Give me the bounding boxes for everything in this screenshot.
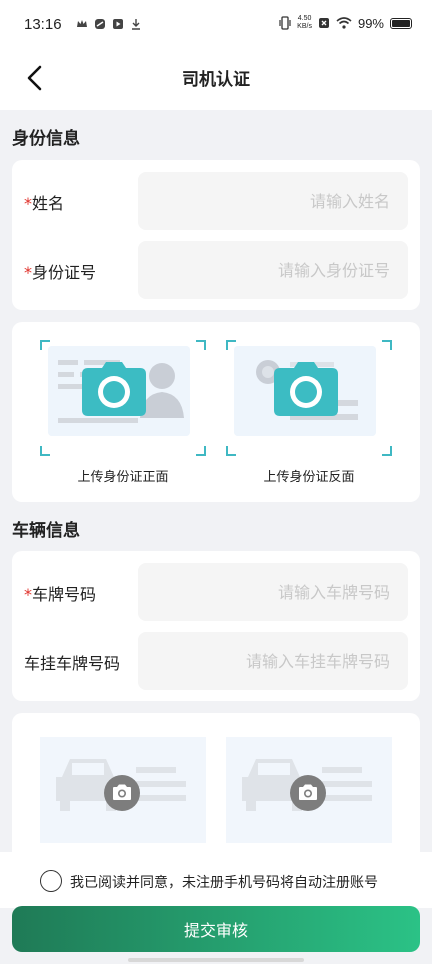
home-indicator (128, 958, 304, 962)
trailer-plate-input[interactable] (138, 632, 408, 690)
frame-corner (382, 446, 392, 456)
required-mark: * (24, 585, 32, 604)
required-mark: * (24, 263, 32, 282)
camera-icon (290, 775, 326, 811)
status-bar: 13:16 4.50 KB/s 99% (0, 0, 432, 50)
vibrate-icon (279, 16, 291, 30)
id-front-label: 上传身份证正面 (77, 470, 169, 485)
net-speed: 4.50 KB/s (297, 15, 312, 31)
nav-bar: 司机认证 (0, 50, 432, 110)
page-title: 司机认证 (182, 70, 250, 90)
name-input[interactable] (138, 172, 408, 230)
id-back-label: 上传身份证反面 (263, 470, 355, 485)
id-number-input[interactable] (138, 241, 408, 299)
agreement-row: 我已阅读并同意，未注册手机号码将自动注册账号 (0, 852, 432, 908)
name-label: *姓名 (24, 190, 64, 214)
vehicle-photo-upload-2[interactable] (226, 737, 392, 843)
frame-corner (196, 340, 206, 350)
agreement-radio[interactable] (40, 870, 62, 892)
status-time: 13:16 (24, 16, 62, 33)
plate-input[interactable] (138, 563, 408, 621)
play-icon (113, 19, 123, 29)
camera-icon (82, 362, 146, 416)
id-back-upload[interactable] (226, 340, 392, 456)
frame-corner (196, 446, 206, 456)
name-label-text: 姓名 (32, 194, 65, 213)
name-row: *姓名 (12, 172, 420, 230)
trailer-plate-label-text: 车挂车牌号码 (24, 654, 121, 673)
sim-icon (318, 18, 329, 28)
battery-text: 99% (357, 15, 384, 31)
download-icon (132, 19, 140, 30)
trailer-plate-row: 车挂车牌号码 (12, 632, 420, 690)
id-upload-card: 上传身份证正面 上传身份证反面 (12, 322, 420, 502)
battery-icon (390, 17, 412, 29)
plate-label-text: 车牌号码 (32, 585, 97, 604)
frame-corner (382, 340, 392, 350)
status-right: 4.50 KB/s 99% (279, 15, 412, 31)
net-speed-value: 4.50 (297, 15, 312, 22)
crown-icon (77, 20, 87, 27)
vehicle-section-title: 车辆信息 (12, 521, 80, 541)
vehicle-photo-upload-1[interactable] (40, 737, 206, 843)
submit-button[interactable]: 提交审核 (12, 906, 420, 952)
camera-icon (104, 775, 140, 811)
frame-corner (226, 446, 236, 456)
id-front-upload[interactable] (40, 340, 206, 456)
plate-label: *车牌号码 (24, 581, 96, 605)
id-number-label-text: 身份证号 (32, 263, 97, 282)
vehicle-form-card: *车牌号码 车挂车牌号码 (12, 551, 420, 701)
app-icon (95, 19, 105, 29)
camera-icon (274, 362, 338, 416)
identity-section-title: 身份信息 (12, 129, 80, 149)
net-speed-unit: KB/s (297, 23, 312, 30)
id-number-label: *身份证号 (24, 259, 96, 283)
wifi-icon (336, 17, 352, 29)
agreement-text[interactable]: 我已阅读并同意，未注册手机号码将自动注册账号 (70, 872, 378, 892)
id-number-row: *身份证号 (12, 241, 420, 299)
identity-form-card: *姓名 *身份证号 (12, 160, 420, 310)
trailer-plate-label: 车挂车牌号码 (24, 650, 120, 674)
plate-row: *车牌号码 (12, 563, 420, 621)
required-mark: * (24, 194, 32, 213)
frame-corner (40, 446, 50, 456)
vehicle-upload-card (12, 713, 420, 852)
notification-icons (76, 18, 142, 30)
